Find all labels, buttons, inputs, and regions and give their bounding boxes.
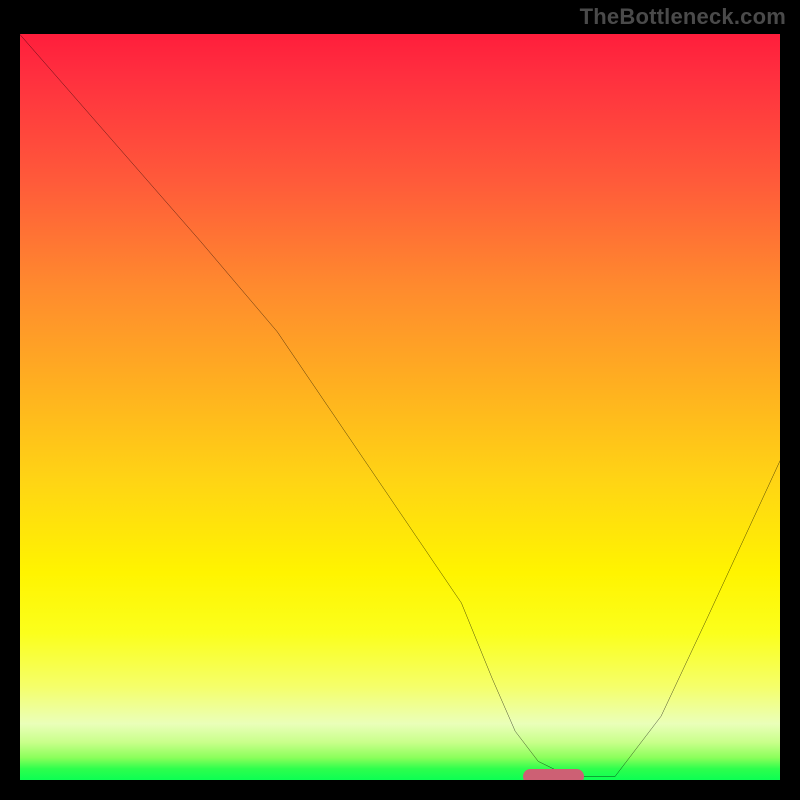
plot-border	[16, 30, 784, 34]
curve-path	[16, 30, 784, 776]
chart-frame: TheBottleneck.com	[0, 0, 800, 800]
watermark-text: TheBottleneck.com	[580, 4, 786, 30]
bottleneck-curve	[16, 30, 784, 784]
plot-border	[16, 780, 784, 784]
plot-border	[16, 30, 20, 784]
plot-area	[16, 30, 784, 784]
plot-border	[780, 30, 784, 784]
